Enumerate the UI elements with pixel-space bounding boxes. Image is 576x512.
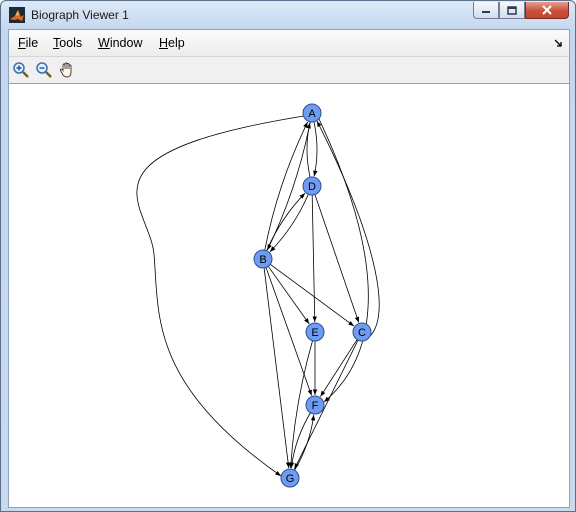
node-e[interactable]: E xyxy=(305,322,325,342)
edge-a-to-f[interactable] xyxy=(318,118,369,403)
edge-b-to-f[interactable] xyxy=(265,267,313,396)
node-f[interactable]: F xyxy=(305,395,325,415)
biograph-viewer-window: Biograph Viewer 1 File Tools Window Help xyxy=(0,0,576,512)
window-controls xyxy=(473,2,569,21)
matlab-icon xyxy=(9,7,25,23)
toolbar xyxy=(9,57,569,84)
node-c[interactable]: C xyxy=(352,322,372,342)
node-label: C xyxy=(358,327,366,339)
zoom-in-icon[interactable] xyxy=(12,61,30,79)
maximize-icon xyxy=(507,5,517,15)
graph-edges xyxy=(136,115,380,477)
edge-g-to-f[interactable] xyxy=(294,414,316,471)
node-label: F xyxy=(312,400,319,412)
node-label: E xyxy=(311,327,318,339)
maximize-button[interactable] xyxy=(499,2,525,19)
edge-a-to-g[interactable] xyxy=(136,115,305,477)
menu-help[interactable]: Help xyxy=(159,36,185,50)
edge-f-to-g[interactable] xyxy=(289,412,311,469)
node-b[interactable]: B xyxy=(253,249,273,269)
menu-window[interactable]: Window xyxy=(98,36,142,50)
menu-file[interactable]: File xyxy=(18,36,38,50)
close-icon xyxy=(542,5,552,15)
edge-d-to-b[interactable] xyxy=(269,194,309,253)
window-title: Biograph Viewer 1 xyxy=(31,8,129,22)
pan-hand-icon[interactable] xyxy=(58,61,76,79)
edge-c-to-a[interactable] xyxy=(316,120,380,341)
node-label: A xyxy=(308,108,316,120)
node-d[interactable]: D xyxy=(302,176,322,196)
dock-arrow-icon[interactable] xyxy=(553,38,563,48)
graph-svg: A D B E C F G xyxy=(136,103,380,488)
graph-canvas[interactable]: A D B E C F G xyxy=(9,84,569,507)
edge-b-to-e[interactable] xyxy=(267,266,310,325)
node-label: G xyxy=(286,473,295,485)
menu-tools[interactable]: Tools xyxy=(53,36,82,50)
title-bar[interactable]: Biograph Viewer 1 xyxy=(1,1,575,29)
edge-d-to-e[interactable] xyxy=(311,194,317,323)
menu-bar: File Tools Window Help xyxy=(9,30,569,57)
minimize-icon xyxy=(482,11,490,13)
edge-b-to-c[interactable] xyxy=(270,264,355,327)
edge-d-to-c[interactable] xyxy=(314,194,360,323)
edge-b-to-d[interactable] xyxy=(266,192,306,251)
node-g[interactable]: G xyxy=(280,468,300,488)
minimize-button[interactable] xyxy=(473,2,499,19)
edge-b-to-g[interactable] xyxy=(263,267,291,469)
edge-a-to-d[interactable] xyxy=(313,121,318,177)
close-button[interactable] xyxy=(525,2,569,19)
node-label: B xyxy=(259,254,266,266)
edge-b-to-a[interactable] xyxy=(264,121,308,251)
zoom-out-icon[interactable] xyxy=(35,61,53,79)
node-a[interactable]: A xyxy=(302,103,322,123)
edge-c-to-g[interactable] xyxy=(294,339,359,470)
client-area: File Tools Window Help A D B E C F G xyxy=(8,29,570,508)
node-label: D xyxy=(308,181,316,193)
